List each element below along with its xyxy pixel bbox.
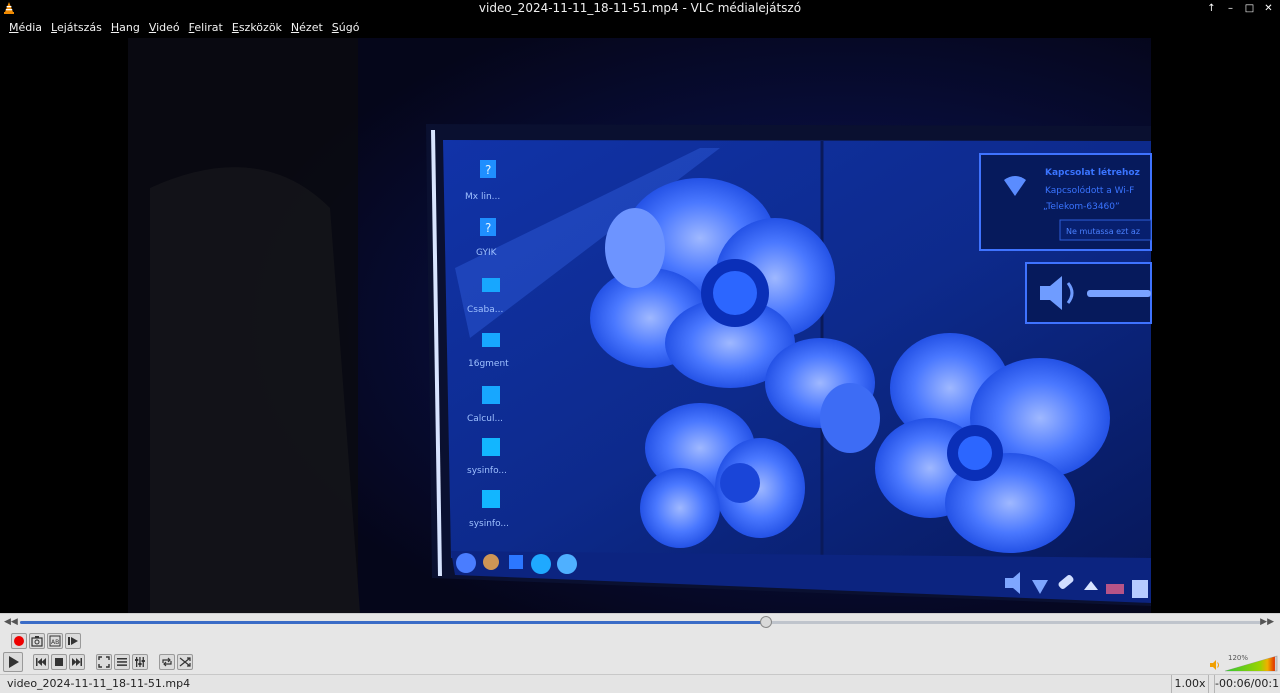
shuffle-button[interactable] [177,654,193,670]
title-bar: video_2024-11-11_18-11-51.mp4 - VLC médi… [0,0,1280,17]
frame-step-button[interactable] [65,633,81,649]
desktop-icon-label: sysinfo... [469,519,509,529]
extended-settings-button[interactable] [132,654,148,670]
seek-progress [20,621,767,624]
menu-help-mnemonic: S [331,21,339,34]
snapshot-button[interactable] [29,633,45,649]
fullscreen-button[interactable] [96,654,112,670]
window-title: video_2024-11-11_18-11-51.mp4 - VLC médi… [478,1,802,15]
fullscreen-icon [98,656,110,668]
menu-media-label: édia [18,21,43,34]
notification-title: Kapcsolat létrehoz [1045,167,1140,178]
stop-button[interactable] [51,654,67,670]
record-icon [14,636,24,646]
menu-audio[interactable]: Hang [106,21,144,34]
desktop-icon-label: Csaba... [467,305,503,315]
next-icon [72,658,82,666]
snapshot-icon [31,636,43,647]
maximize-button[interactable]: □ [1242,1,1257,16]
svg-text:AB: AB [51,639,59,646]
svg-text:?: ? [485,163,491,177]
speaker-icon [1210,660,1216,670]
seek-forward-icon[interactable]: ▶▶ [1260,617,1274,627]
previous-button[interactable] [33,654,49,670]
desktop-icon-label: 16gment [468,359,509,369]
close-button[interactable]: ✕ [1261,1,1276,16]
shuffle-icon [179,657,191,667]
extended-settings-icon [135,657,145,667]
menu-playback[interactable]: Lejátszás [46,21,106,34]
menu-video-label: ideó [156,21,180,34]
menu-video[interactable]: Videó [144,21,184,34]
loop-button[interactable] [159,654,175,670]
desktop-icon-label: Calcul... [467,414,503,424]
menu-help[interactable]: Súgó [327,21,364,34]
menu-playback-label: ejátszás [56,21,102,34]
seek-slider[interactable] [20,616,1264,628]
menu-subtitle-label: elirat [194,21,223,34]
notification-line2: „Telekom-63460” [1043,202,1120,212]
keep-above-button[interactable]: ↑ [1204,1,1219,16]
play-icon [9,656,19,668]
menu-subtitle[interactable]: Felirat [184,21,227,34]
volume-control[interactable] [1209,653,1279,673]
video-area[interactable]: ? ? Mx lin... GYIK Csaba... 16gment Calc… [0,38,1280,613]
volume-osd [1025,262,1152,324]
menu-help-label: úgó [338,21,360,34]
loop-ab-icon: AB [49,635,61,647]
menu-audio-label: ang [119,21,140,34]
menu-tools-mnemonic: E [231,21,239,34]
status-filename: video_2024-11-11_18-11-51.mp4 [7,677,191,690]
menu-bar: Média Lejátszás Hang Videó Felirat Eszkö… [0,17,1280,38]
seek-handle[interactable] [760,616,773,628]
player-controls: ◀◀ ▶▶ AB [0,613,1280,674]
menu-tools[interactable]: Eszközök [227,21,286,34]
menu-media-mnemonic: M [9,21,19,34]
desktop-icon-label: Mx lin... [465,192,500,202]
playlist-icon [117,658,127,666]
stop-icon [55,658,63,666]
status-bar: video_2024-11-11_18-11-51.mp4 1.00x -00:… [0,674,1280,693]
playlist-button[interactable] [114,654,130,670]
volume-bar [1210,655,1278,672]
video-frame: ? ? Mx lin... GYIK Csaba... 16gment Calc… [128,38,1152,613]
menu-tools-label: szközök [238,21,282,34]
desktop-icon-label: sysinfo... [467,466,507,476]
wifi-notification: Kapcsolat létrehoz Kapcsolódott a Wi-F „… [979,153,1152,251]
volume-level [1225,656,1275,671]
svg-text:?: ? [485,221,491,235]
notification-button: Ne mutassa ezt az [1066,227,1140,236]
record-button[interactable] [11,633,27,649]
next-button[interactable] [69,654,85,670]
desktop-icon-label: GYIK [476,248,498,258]
loop-ab-button[interactable]: AB [47,633,63,649]
menu-view-label: ézet [299,21,323,34]
time-display[interactable]: -00:06/00:15 [1214,675,1280,693]
menu-audio-mnemonic: H [110,21,120,34]
play-button[interactable] [3,652,23,672]
seek-backward-icon[interactable]: ◀◀ [4,617,18,627]
menu-view-mnemonic: N [290,21,300,34]
minimize-button[interactable]: – [1223,1,1238,16]
notification-line1: Kapcsolódott a Wi-F [1045,185,1134,196]
menu-view[interactable]: Nézet [286,21,327,34]
previous-icon [36,658,46,666]
loop-icon [162,657,172,667]
frame-step-icon [68,637,78,645]
menu-media[interactable]: Média [4,21,46,34]
playback-speed[interactable]: 1.00x [1171,675,1209,693]
